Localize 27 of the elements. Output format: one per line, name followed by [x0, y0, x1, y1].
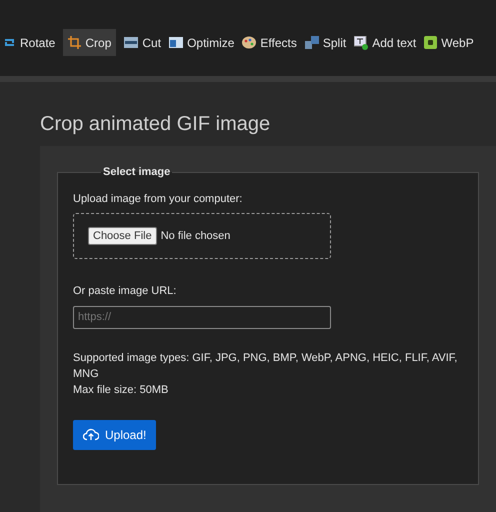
nav-tab[interactable]: Effects	[242, 29, 297, 56]
film-icon	[124, 37, 138, 48]
add-text-icon	[354, 36, 368, 50]
page-title: Crop animated GIF image	[40, 112, 272, 137]
max-size-text: Max file size: 50MB	[73, 382, 170, 398]
choose-file-button[interactable]: Choose File	[88, 227, 157, 245]
split-icon	[304, 36, 319, 49]
nav-tab[interactable]: Add text	[354, 29, 416, 56]
upload-label: Upload image from your computer:	[73, 192, 244, 206]
nav-tab[interactable]: Rotate	[3, 29, 56, 56]
section-legend: Select image	[101, 164, 172, 180]
nav-tab[interactable]: Cut	[124, 29, 162, 56]
rotate-icon	[3, 37, 16, 48]
upload-button[interactable]: Upload!	[73, 420, 156, 450]
palette-icon	[242, 36, 256, 49]
nav-tab[interactable]: WebP	[424, 29, 474, 56]
window-icon	[169, 37, 184, 48]
supported-types-text: Supported image types: GIF, JPG, PNG, BMP, WebP, APNG, HEIC, FLIF, AVIF, MNG	[73, 350, 458, 382]
nav-tab[interactable]: Crop	[63, 29, 116, 56]
url-field[interactable]: https://	[73, 306, 331, 328]
file-status: No file chosen	[160, 228, 230, 244]
nav-tab[interactable]: Optimize	[169, 29, 234, 56]
crop-icon	[68, 36, 82, 49]
cloud-upload-icon	[83, 428, 99, 441]
url-label: Or paste image URL:	[73, 284, 178, 299]
webp-icon	[424, 36, 438, 49]
nav-tab[interactable]: Split	[304, 29, 346, 56]
